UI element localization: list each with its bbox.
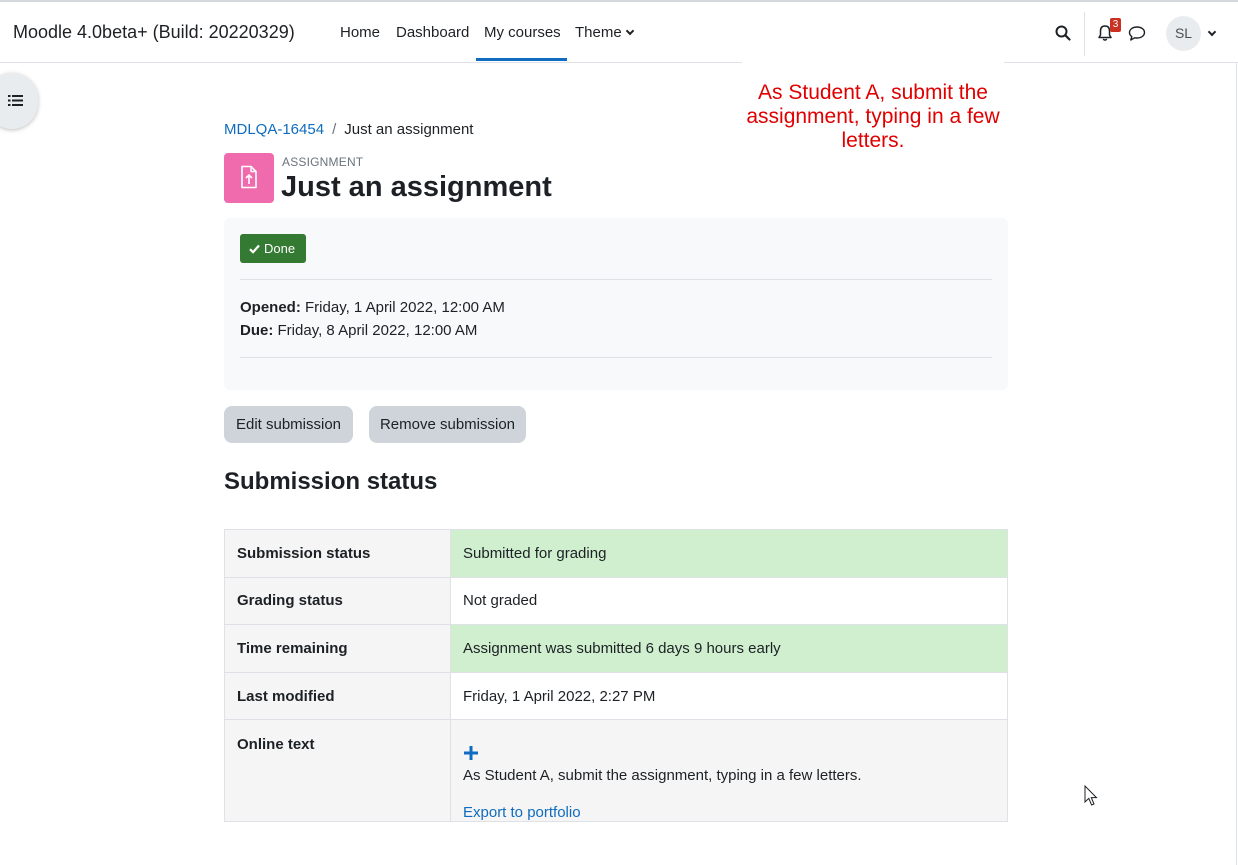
chevron-down-icon — [625, 26, 634, 36]
expand-plus-icon[interactable] — [463, 745, 479, 761]
row-label: Last modified — [224, 671, 451, 721]
check-icon — [249, 244, 260, 254]
row-value: Submitted for grading — [450, 529, 1008, 578]
breadcrumb: MDLQA-16454 / Just an assignment — [224, 121, 473, 138]
top-navbar: Moodle 4.0beta+ (Build: 20220329) Home D… — [0, 2, 1238, 63]
submission-status-heading: Submission status — [224, 468, 438, 495]
course-index-toggle-button[interactable] — [0, 73, 38, 129]
submission-status-table: Submission status Submitted for grading … — [224, 529, 1008, 823]
remove-submission-button[interactable]: Remove submission — [369, 406, 526, 443]
messages-icon[interactable] — [1128, 25, 1146, 42]
row-label: Submission status — [224, 529, 451, 578]
nav-divider — [1084, 12, 1085, 56]
online-text-cell: As Student A, submit the assignment, typ… — [450, 719, 1008, 823]
right-border — [1236, 63, 1237, 865]
notification-count-badge: 3 — [1110, 18, 1121, 32]
row-label: Online text — [224, 719, 451, 823]
page-title: Just an assignment — [281, 171, 552, 203]
online-text-summary: As Student A, submit the assignment, typ… — [463, 767, 862, 785]
due-date: Due: Friday, 8 April 2022, 12:00 AM — [240, 322, 477, 339]
active-nav-indicator — [476, 58, 567, 61]
row-value: Friday, 1 April 2022, 2:27 PM — [450, 671, 1008, 721]
search-icon[interactable] — [1055, 25, 1071, 41]
test-instruction-annotation: As Student A, submit the assignment, typ… — [742, 62, 1004, 159]
activity-information-box: Done Opened: Friday, 1 April 2022, 12:00… — [224, 218, 1008, 390]
user-menu-chevron-icon[interactable] — [1207, 27, 1217, 37]
table-row: Grading status Not graded — [224, 576, 1008, 626]
table-row: Time remaining Assignment was submitted … — [224, 624, 1008, 673]
opened-value: Friday, 1 April 2022, 12:00 AM — [305, 299, 505, 316]
completion-done-badge[interactable]: Done — [240, 234, 306, 263]
breadcrumb-separator: / — [332, 121, 337, 138]
opened-label: Opened: — [240, 299, 301, 316]
row-label: Time remaining — [224, 624, 451, 673]
nav-theme-menu[interactable]: Theme — [575, 24, 634, 41]
breadcrumb-current: Just an assignment — [344, 121, 474, 138]
export-to-portfolio-link[interactable]: Export to portfolio — [463, 804, 581, 821]
opened-date: Opened: Friday, 1 April 2022, 12:00 AM — [240, 299, 505, 316]
row-value: Not graded — [450, 576, 1008, 626]
nav-theme-label: Theme — [575, 24, 622, 41]
activity-type-label: ASSIGNMENT — [282, 155, 364, 169]
table-row: Last modified Friday, 1 April 2022, 2:27… — [224, 671, 1008, 721]
table-row: Online text As Student A, submit the ass… — [224, 719, 1008, 823]
user-avatar[interactable]: SL — [1166, 16, 1201, 51]
breadcrumb-course-link[interactable]: MDLQA-16454 — [224, 121, 324, 138]
nav-dashboard[interactable]: Dashboard — [396, 24, 469, 41]
mouse-pointer-icon — [1084, 785, 1098, 806]
row-value: Assignment was submitted 6 days 9 hours … — [450, 624, 1008, 673]
table-row: Submission status Submitted for grading — [224, 529, 1008, 578]
due-value: Friday, 8 April 2022, 12:00 AM — [277, 322, 478, 339]
file-upload-icon — [241, 165, 257, 189]
completion-done-label: Done — [264, 241, 296, 256]
edit-submission-button[interactable]: Edit submission — [224, 406, 353, 443]
due-label: Due: — [240, 322, 274, 339]
site-name[interactable]: Moodle 4.0beta+ (Build: 20220329) — [13, 22, 295, 43]
divider — [240, 279, 992, 280]
list-icon — [8, 95, 23, 106]
row-label: Grading status — [224, 576, 451, 626]
divider — [240, 357, 992, 358]
nav-my-courses[interactable]: My courses — [484, 24, 561, 41]
nav-home[interactable]: Home — [340, 24, 380, 41]
assignment-activity-icon — [224, 153, 274, 203]
